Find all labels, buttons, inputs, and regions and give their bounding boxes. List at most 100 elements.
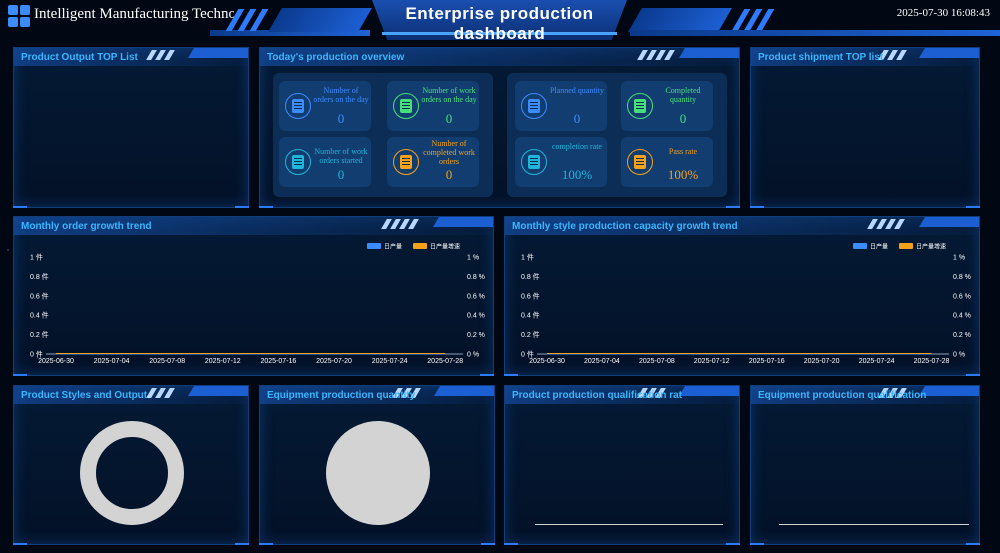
- y-axis-right-tick-label: 0.2 %: [953, 332, 971, 339]
- legend-label: 日产量: [384, 243, 402, 251]
- overview-card-value: 0: [679, 111, 687, 126]
- empty-chart-baseline: [535, 524, 723, 525]
- document-icon: [393, 93, 419, 119]
- panel-title: Product Styles and Output: [21, 390, 148, 401]
- x-axis-tick-label: 2025-07-16: [260, 358, 296, 365]
- overview-card-value: 0: [337, 167, 345, 182]
- x-axis-tick-label: 2025-07-28: [427, 358, 463, 365]
- panel-production-overview: Today's production overview Number of or…: [259, 47, 740, 208]
- equipment-pie-placeholder: [326, 421, 430, 525]
- x-axis-tick-label: 2025-07-24: [372, 358, 408, 365]
- app-logo-icon: [8, 5, 30, 27]
- overview-card: completion rate 100%: [515, 137, 607, 187]
- overview-card-label: Number of work orders started: [314, 147, 368, 165]
- x-axis-tick-label: 2025-07-04: [94, 358, 130, 365]
- empty-chart-baseline: [779, 524, 969, 525]
- app-name: Intelligent Manufacturing Technology: [34, 6, 234, 22]
- legend-swatch: [413, 243, 427, 249]
- legend-label: 日产量: [870, 243, 888, 251]
- y-axis-left-tick-label: 0.4 件: [30, 311, 49, 320]
- panel-title: Product Output TOP List: [21, 52, 138, 63]
- styles-donut-placeholder: [80, 421, 184, 525]
- monthly-style-chart: 0 件0.2 件0.4 件0.6 件0.8 件1 件0 %0.2 %0.4 %0…: [521, 243, 971, 366]
- y-axis-left-tick-label: 0.8 件: [521, 272, 540, 281]
- panel-decor: [146, 50, 175, 60]
- page-title-line2: dashboard: [453, 24, 546, 43]
- panel-shipment-top: Product shipment TOP list: [750, 47, 980, 208]
- x-axis-tick-label: 2025-07-20: [804, 358, 840, 365]
- overview-card: Completed quantity 0: [621, 81, 713, 131]
- overview-card-label: Planned quantity: [550, 86, 604, 95]
- panel-styles-output: Product Styles and Output: [13, 385, 249, 545]
- document-icon: [285, 149, 311, 175]
- y-axis-left-tick-label: 0.8 件: [30, 272, 49, 281]
- overview-group-orders: Number of orders on the day 0 Number of …: [273, 73, 493, 197]
- y-axis-left-tick-label: 1 件: [521, 253, 534, 262]
- y-axis-left-tick-label: 0.6 件: [30, 291, 49, 300]
- x-axis-tick-label: 2025-07-20: [316, 358, 352, 365]
- dashboard-header: Intelligent Manufacturing Technology Ent…: [0, 0, 1000, 44]
- panel-equipment-qualification: Equipment production qualification: [750, 385, 980, 545]
- x-axis-tick-label: 2025-07-08: [639, 358, 675, 365]
- overview-card-label: Pass rate: [668, 147, 698, 156]
- overview-card-label: completion rate: [552, 142, 602, 151]
- header-strip-right: [628, 8, 732, 32]
- y-axis-right-tick-label: 0.2 %: [467, 332, 485, 339]
- y-axis-right-tick-label: 0.6 %: [953, 293, 971, 300]
- overview-card-label: Number of work orders on the day: [421, 86, 477, 104]
- panel-product-output-top: Product Output TOP List: [13, 47, 249, 208]
- document-icon: [627, 93, 653, 119]
- panel-equipment-quantity: Equipment production quantity: [259, 385, 495, 545]
- monthly-order-chart: 0 件0.2 件0.4 件0.6 件0.8 件1 件0 %0.2 %0.4 %0…: [30, 243, 485, 366]
- panel-monthly-order-trend: Monthly order growth trend 0 件 0.2 件 0.4 件…: [13, 216, 494, 376]
- page-title: Enterprise production dashboard: [372, 4, 627, 44]
- y-axis-right-tick-label: 0.4 %: [467, 313, 485, 320]
- x-axis-tick-label: 2025-06-30: [529, 358, 565, 365]
- y-axis-right-tick-label: 0.4 %: [953, 313, 971, 320]
- x-axis-tick-label: 2025-07-24: [859, 358, 895, 365]
- overview-card-value: 0: [337, 111, 345, 126]
- y-axis-right-tick-label: 0 %: [953, 352, 965, 359]
- overview-card: Pass rate 100%: [621, 137, 713, 187]
- overview-card-value: 100%: [667, 167, 699, 182]
- legend-swatch: [899, 243, 913, 249]
- x-axis-tick-label: 2025-07-28: [914, 358, 950, 365]
- y-axis-right-tick-label: 0.8 %: [953, 274, 971, 281]
- panel-title: Product production qualification rat: [512, 390, 682, 401]
- y-axis-left-tick-label: 0.4 件: [521, 311, 540, 320]
- header-strip-left: [268, 8, 372, 32]
- y-axis-left-tick-label: 0.2 件: [521, 330, 540, 339]
- y-axis-right-tick-label: 0 %: [467, 352, 479, 359]
- y-axis-left-tick-label: 0.2 件: [30, 330, 49, 339]
- overview-card-label: Number of orders on the day: [313, 86, 369, 104]
- header-bar-right: [630, 30, 1000, 36]
- x-axis-tick-label: 2025-07-12: [205, 358, 241, 365]
- panel-monthly-style-trend: Monthly style production capacity growth…: [504, 216, 980, 376]
- overview-group-quantity: Planned quantity 0 Completed quantity 0 …: [507, 73, 727, 197]
- document-icon: [627, 149, 653, 175]
- document-icon: [285, 93, 311, 119]
- overview-card-value: 100%: [561, 167, 593, 182]
- overview-card-label: Completed quantity: [665, 86, 701, 104]
- x-axis-tick-label: 2025-07-12: [694, 358, 730, 365]
- page-title-line1: Enterprise production: [405, 4, 594, 23]
- overview-card-value: 0: [445, 167, 453, 182]
- overview-card-label: Number of completed work orders: [423, 139, 475, 166]
- datetime-display: 2025-07-30 16:08:43: [896, 7, 990, 19]
- overview-card: Number of completed work orders 0: [387, 137, 479, 187]
- document-icon: [521, 149, 547, 175]
- panel-title: Today's production overview: [267, 52, 405, 63]
- y-axis-right-tick-label: 0.6 %: [467, 293, 485, 300]
- panel-decor: [878, 50, 907, 60]
- x-axis-tick-label: 2025-06-30: [38, 358, 74, 365]
- legend-swatch: [853, 243, 867, 249]
- y-axis-right-tick-label: 1 %: [953, 255, 965, 262]
- y-axis-left-tick-label: 1 件: [30, 253, 43, 262]
- panel-title: Product shipment TOP list: [758, 52, 884, 63]
- y-axis-left-tick-label: 0.6 件: [521, 291, 540, 300]
- overview-card-value: 0: [573, 111, 581, 126]
- panel-decor: [637, 50, 675, 60]
- overview-card: Number of work orders on the day 0: [387, 81, 479, 131]
- legend-swatch: [367, 243, 381, 249]
- document-icon: [393, 149, 419, 175]
